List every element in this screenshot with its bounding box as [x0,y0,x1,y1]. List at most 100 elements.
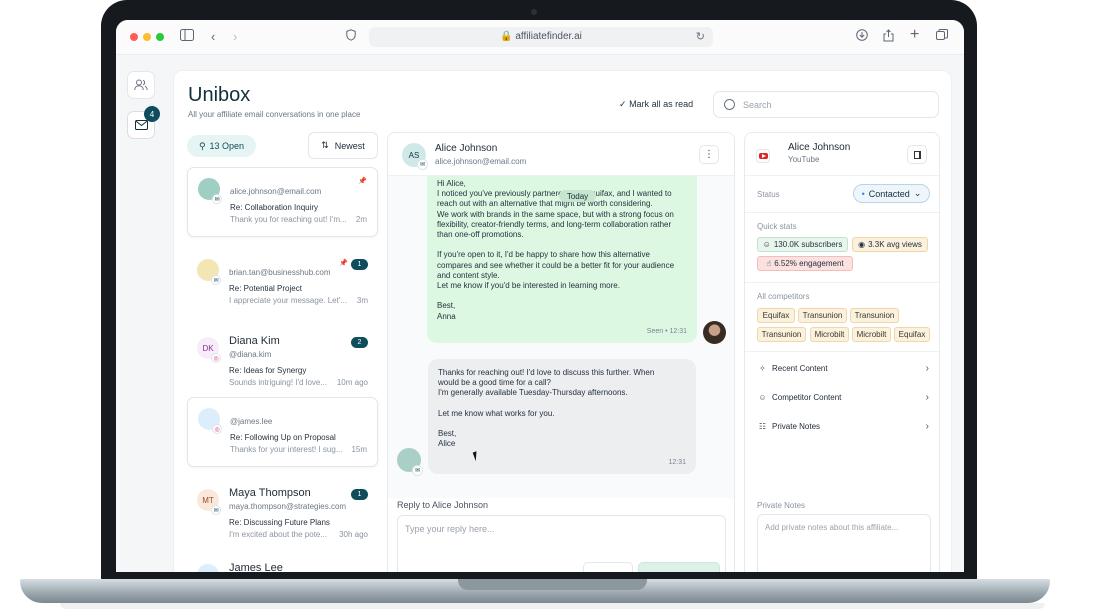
conversation-email: alice.johnson@email.com [230,187,322,196]
back-icon[interactable]: ‹ [211,29,215,45]
page-subtitle: All your affiliate email conversations i… [188,110,361,119]
conversation-subject: Re: Ideas for Synergy [229,366,307,375]
conversation-item[interactable]: DK ◎ Diana Kim @diana.kim Re: Ideas for Syne… [187,327,378,397]
address-bar[interactable]: 🔒 affiliatefinder.ai ↻ [369,27,713,47]
message-line: If you're open to it, I'd be happy to sh… [437,250,650,260]
reload-icon[interactable]: ↻ [696,30,705,43]
conversation-item[interactable]: ✉ brian.tan@businesshub.com Re: Potential … [187,249,378,319]
competitor-chip[interactable]: Transunion [798,308,847,323]
message-line: Thanks for reaching out! I'd love to dis… [438,368,655,377]
date-divider: Today [559,190,596,202]
instagram-icon: ◎ [211,353,221,363]
search-input[interactable]: Search [713,91,939,118]
chevron-right-icon: › [925,362,929,374]
stat-text: 3.3K avg views [868,240,922,249]
competitor-chip[interactable]: Microbilt [852,327,891,342]
chat-bubble-icon: ⚲ [198,140,206,151]
conversation-item[interactable]: J✉James Lee [187,554,378,572]
side-nav-item[interactable]: ☷ Private Notes › [757,419,929,433]
users-icon: ☺ [762,240,771,249]
conversation-time: 3m [356,296,368,305]
status-label: Status [757,190,780,199]
conversation-name: Diana Kim [229,335,280,347]
search-placeholder: Search [743,100,772,110]
status-dropdown[interactable]: • Contacted ⌄ [853,184,930,203]
laptop-shadow [60,603,1045,609]
pin-icon[interactable]: 📌 [358,177,367,185]
sort-arrows-icon: ⇅ [321,140,329,150]
conversation-item[interactable]: MT ✉ Maya Thompson maya.thompson@strategies… [187,479,378,549]
conversation-item[interactable]: ◎ @james.lee Re: Following Up on Proposal T… [187,397,378,467]
divider [745,212,939,213]
message-line: Best, [438,429,457,439]
reply-placeholder: Type your reply here... [405,524,495,534]
unibox-panel: Unibox All your affiliate email conversa… [173,70,952,572]
message-time: 12:31 [668,458,686,466]
competitor-chip[interactable]: Microbilt [810,327,849,342]
incoming-message-text: Thanks for reaching out! I'd love to dis… [438,368,686,450]
chat-contact-name: Alice Johnson [435,143,498,154]
instagram-icon: ◎ [212,424,222,434]
message-line: Alice [438,439,456,449]
minimize-window-button[interactable] [143,33,151,41]
mark-all-read-button[interactable]: ✓ Mark all as read [619,99,693,110]
conversation-preview: Sounds intriguing! I'd love... [229,378,328,387]
status-value: Contacted [868,188,910,199]
private-notes-label: Private Notes [757,501,806,510]
pin-icon[interactable]: 📌 [339,259,348,267]
rail-contacts-button[interactable] [127,71,155,99]
send-button[interactable] [638,562,720,572]
private-notes-input[interactable]: Add private notes about this affiliate..… [757,514,931,572]
conversation-time: 10m ago [336,378,368,387]
conversation-time: 15m [351,445,367,454]
secondary-reply-button[interactable] [583,562,633,572]
message-status: Seen • 12:31 [646,327,687,335]
message-line: Let me know if you'd be interested in le… [437,281,620,291]
unread-count-badge: 2 [351,337,368,348]
side-nav-label: Competitor Content [772,392,842,402]
conversation-item[interactable]: ✉ alice.johnson@email.com Re: Collaboratio… [187,167,378,237]
download-icon[interactable] [856,29,868,45]
competitors-label: All competitors [757,292,810,301]
divider [745,351,939,352]
affiliate-name: Alice Johnson [788,142,851,153]
open-filter-pill[interactable]: ⚲ 13 Open [187,135,256,157]
message-line: and content style. [437,270,500,280]
sidebar-toggle-icon[interactable] [180,29,194,45]
new-tab-icon[interactable]: + [910,27,919,43]
stat-text: 6.52% engagement [774,259,844,268]
maximize-window-button[interactable] [156,33,164,41]
side-nav-item[interactable]: ✧ Recent Content › [757,361,929,375]
mail-icon: ✉ [212,194,222,204]
conversation-name: James Lee [229,562,283,572]
competitor-chip[interactable]: Transunion [850,308,899,323]
reply-input[interactable]: Type your reply here... [397,515,726,572]
more-options-button[interactable]: ⋮ [699,145,719,164]
tabs-overview-icon[interactable] [936,29,948,45]
sort-button[interactable]: ⇅ Newest [308,132,378,159]
mail-icon: ✉ [211,275,221,285]
message-line [438,399,686,409]
share-icon[interactable] [883,29,894,46]
competitor-chip[interactable]: Equifax [894,327,930,342]
check-icon: ✓ [619,99,627,109]
close-window-button[interactable] [130,33,138,41]
divider [745,282,939,283]
thumbs-up-icon: ☝ [766,259,772,268]
incoming-message: Thanks for reaching out! I'd love to dis… [428,359,696,474]
status-dot-icon: • [861,188,865,199]
kebab-icon: ⋮ [704,149,714,160]
shield-icon[interactable] [346,29,356,45]
competitor-chip[interactable]: Equifax [757,308,795,323]
screen: ‹ › 🔒 affiliatefinder.ai ↻ + 4 Unibox Al… [116,20,964,572]
message-line: would be a good time for a call? [438,378,551,388]
toggle-panel-button[interactable] [907,145,927,164]
sort-label: Newest [334,140,365,151]
sparkle-icon: ✧ [759,363,766,373]
message-line [437,240,687,250]
forward-icon[interactable]: › [233,29,237,45]
conversation-preview: Thank you for reaching out! I'm... [230,215,347,224]
side-nav-item[interactable]: ☺ Competitor Content › [757,390,929,404]
users-icon [134,79,148,91]
competitor-chip[interactable]: Transunion [757,327,806,342]
